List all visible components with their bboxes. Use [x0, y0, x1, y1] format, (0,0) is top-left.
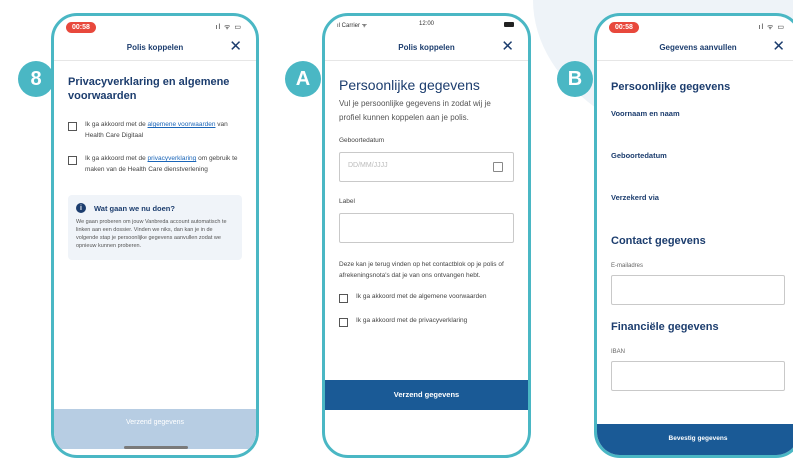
step-badge-b: B	[557, 61, 593, 97]
privacy-heading: Privacyverklaring en algemene voorwaarde…	[68, 76, 230, 102]
iban-label: IBAN	[611, 349, 626, 355]
birthdate-field: Geboortedatum	[611, 151, 667, 160]
step-badge-a: A	[285, 61, 321, 97]
personal-subtitle: Vul je persoonlijke gegevens in zodat wi…	[339, 99, 491, 122]
calendar-icon[interactable]	[493, 162, 503, 172]
screen-title: Polis koppelen	[126, 43, 184, 52]
privacy-checkbox-row[interactable]: Ik ga akkoord met de privacyverklaring	[339, 315, 514, 327]
phone-screen-personal-data: ıl Carrier ᯤ 12:00 Polis koppelen ✕ Pers…	[322, 13, 531, 458]
step-badge-8: 8	[18, 61, 54, 97]
status-bar: 00:58 ıl ᯤ ▭	[54, 16, 256, 38]
label-field-label: Label	[339, 198, 355, 205]
terms-label: Ik ga akkoord met de algemene voorwaarde…	[356, 293, 487, 300]
screen-header: Gegevens aanvullen ✕	[597, 38, 793, 61]
personal-data-content: Persoonlijke gegevens Vul je persoonlijk…	[325, 61, 528, 349]
status-icons: ıl ᯤ ▭	[215, 24, 242, 31]
screen-title: Gegevens aanvullen	[659, 43, 737, 52]
status-time: 00:58	[609, 22, 639, 33]
terms-label-pre: Ik ga akkoord met de	[85, 121, 148, 128]
terms-checkbox[interactable]	[68, 122, 77, 131]
submit-button[interactable]: Verzend gegevens	[325, 380, 528, 410]
close-icon[interactable]: ✕	[229, 39, 242, 55]
email-input[interactable]	[611, 275, 785, 305]
birthdate-placeholder: DD/MM/JJJJ	[348, 162, 388, 169]
confirm-button[interactable]: Bevestig gegevens	[597, 424, 793, 455]
label-input[interactable]	[339, 213, 514, 243]
submit-button-disabled[interactable]: Verzend gegevens	[54, 409, 256, 449]
terms-label: Ik ga akkoord met de algemene voorwaarde…	[85, 119, 242, 141]
info-box: i Wat gaan we nu doen? We gaan proberen …	[68, 195, 242, 260]
financial-section-heading: Financiële gegevens	[611, 321, 719, 333]
terms-checkbox-row[interactable]: Ik ga akkoord met de algemene voorwaarde…	[68, 119, 242, 141]
privacy-checkbox-row[interactable]: Ik ga akkoord met de privacyverklaring o…	[68, 153, 242, 175]
iban-input[interactable]	[611, 361, 785, 391]
screen-header: Polis koppelen ✕	[325, 38, 528, 61]
label-note: Deze kan je terug vinden op het contactb…	[339, 261, 504, 279]
status-bar: ıl Carrier ᯤ 12:00	[325, 16, 528, 38]
terms-checkbox-row[interactable]: Ik ga akkoord met de algemene voorwaarde…	[339, 291, 514, 303]
privacy-label: Ik ga akkoord met de privacyverklaring o…	[85, 153, 242, 175]
privacy-content: Privacyverklaring en algemene voorwaarde…	[54, 61, 256, 270]
terms-checkbox[interactable]	[339, 294, 348, 303]
privacy-link[interactable]: privacyverklaring	[148, 155, 197, 162]
close-icon[interactable]: ✕	[772, 39, 785, 55]
status-time: 12:00	[418, 21, 434, 27]
personal-section-heading: Persoonlijke gegevens	[611, 81, 731, 93]
name-field: Voornaam en naam	[611, 109, 680, 118]
terms-link[interactable]: algemene voorwaarden	[148, 121, 216, 128]
info-body: We gaan proberen om jouw Vanbreda accoun…	[76, 219, 227, 249]
email-label: E-mailadres	[611, 263, 644, 269]
info-icon: i	[76, 203, 86, 213]
status-bar: 00:58 ıl ᯤ ▭	[597, 16, 793, 38]
privacy-label: Ik ga akkoord met de privacyverklaring	[356, 317, 468, 324]
status-time: 00:58	[66, 22, 96, 33]
complete-data-content: Persoonlijke gegevens Voornaam en naam G…	[597, 61, 793, 417]
privacy-checkbox[interactable]	[68, 156, 77, 165]
info-title: Wat gaan we nu doen?	[94, 203, 175, 213]
contact-section-heading: Contact gegevens	[611, 235, 706, 247]
status-icons: ıl ᯤ ▭	[758, 24, 785, 31]
phone-screen-privacy: 00:58 ıl ᯤ ▭ Polis koppelen ✕ Privacyver…	[51, 13, 259, 458]
info-header: i Wat gaan we nu doen?	[76, 203, 234, 213]
birthdate-input[interactable]: DD/MM/JJJJ	[339, 152, 514, 182]
phone-screen-complete-data: 00:58 ıl ᯤ ▭ Gegevens aanvullen ✕ Persoo…	[594, 13, 793, 458]
screen-header: Polis koppelen ✕	[54, 38, 256, 61]
personal-heading: Persoonlijke gegevens	[339, 77, 480, 93]
insured-via-field: Verzekerd via	[611, 193, 659, 202]
battery-icon	[504, 22, 514, 27]
birthdate-label: Geboortedatum	[339, 137, 385, 144]
close-icon[interactable]: ✕	[501, 39, 514, 55]
privacy-label-pre: Ik ga akkoord met de	[85, 155, 148, 162]
screen-title: Polis koppelen	[398, 43, 455, 52]
privacy-checkbox[interactable]	[339, 318, 348, 327]
